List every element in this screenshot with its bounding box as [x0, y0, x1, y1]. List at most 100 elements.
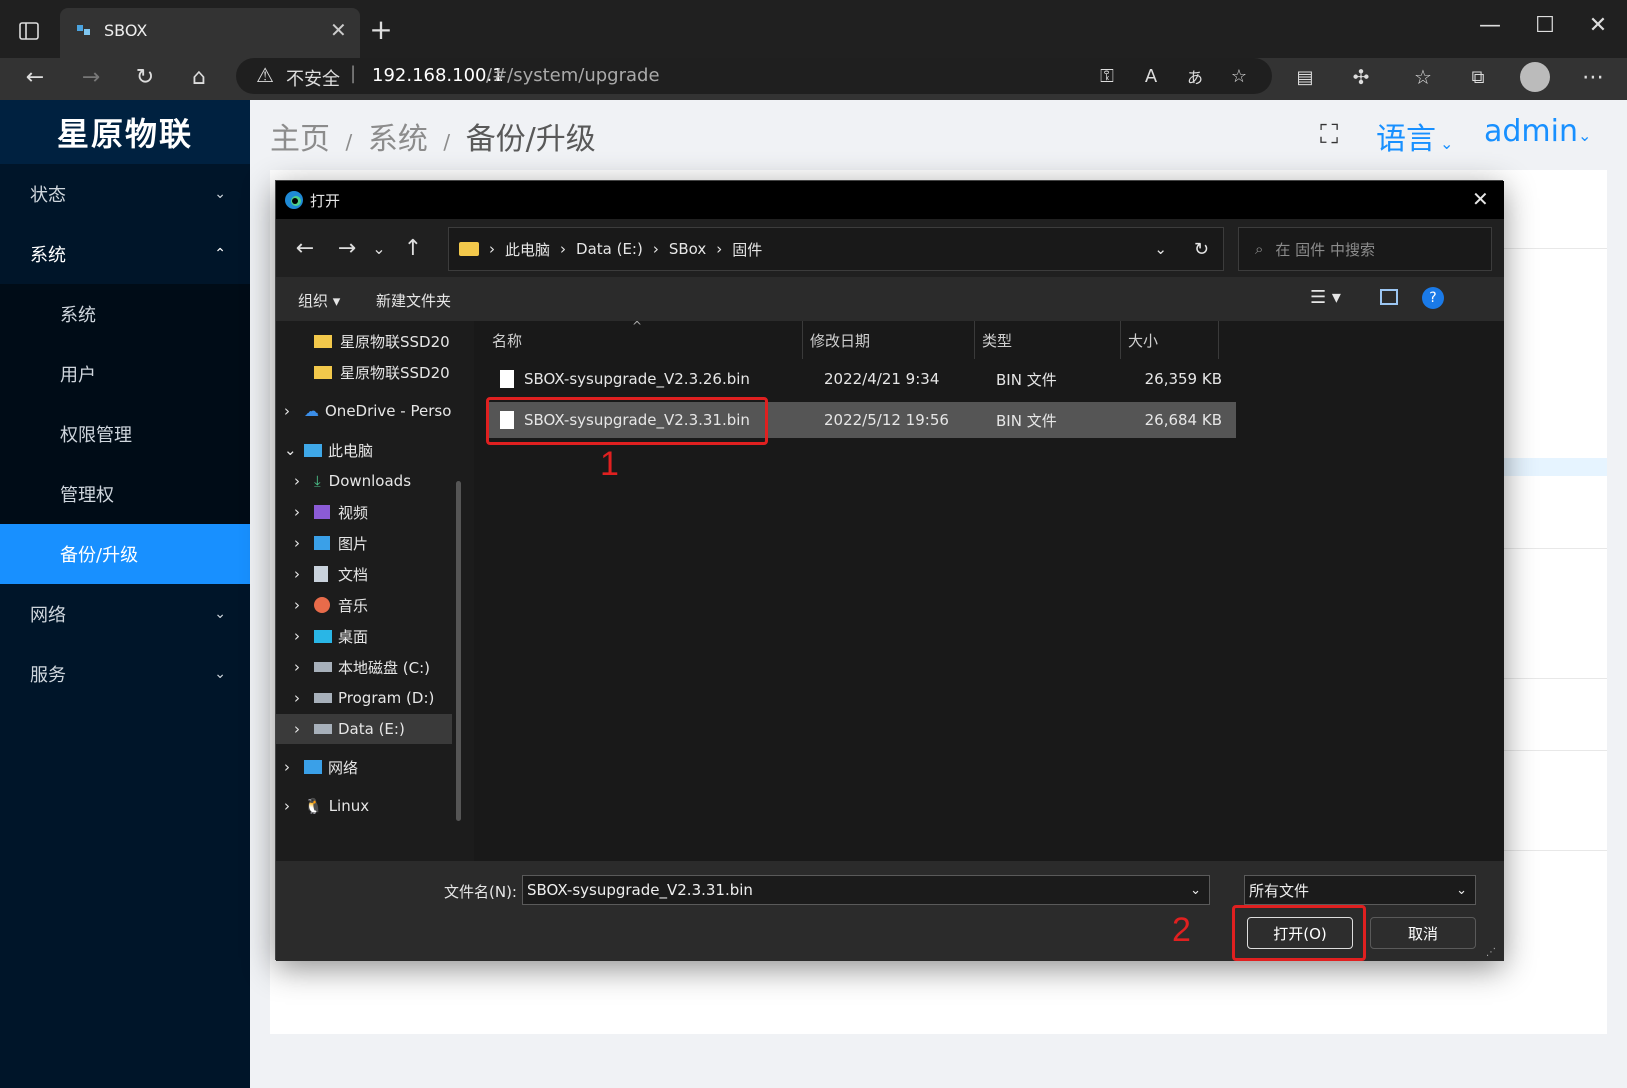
path-breadcrumb[interactable]: › 此电脑 › Data (E:) › SBox › 固件 ⌄ ↻ — [448, 227, 1224, 271]
tree-item-drive-c[interactable]: › 本地磁盘 (C:) — [276, 652, 474, 682]
command-bar: 组织 ▾ 新建文件夹 ☰ ▾ ? — [276, 277, 1504, 321]
file-date: 2022/5/12 19:56 — [824, 411, 949, 429]
search-input[interactable]: ⌕ 在 固件 中搜索 — [1238, 227, 1492, 271]
tree-item-onedrive[interactable]: › ☁ OneDrive - Perso — [276, 396, 474, 426]
back-icon[interactable]: ← — [290, 233, 320, 263]
tree-item-folder[interactable]: 星原物联SSD20 — [276, 326, 474, 356]
menu-label: 系统 — [60, 305, 96, 326]
path-segment[interactable]: 固件 — [732, 239, 762, 260]
navigation-pane: 星原物联SSD20 星原物联SSD20 › ☁ OneDrive - Perso ⌄… — [276, 321, 474, 861]
submenu-item-admin-rights[interactable]: 管理权 — [0, 464, 250, 524]
key-icon[interactable]: ⚿ — [1092, 61, 1122, 91]
menu-services[interactable]: 服务 ⌄ — [0, 644, 250, 704]
tree-item-this-pc[interactable]: ⌄ 此电脑 — [276, 435, 474, 465]
tree-item-videos[interactable]: › 视频 — [276, 497, 474, 527]
maximize-icon[interactable]: ☐ — [1525, 10, 1565, 40]
forward-icon[interactable]: → — [332, 233, 362, 263]
tree-item-desktop[interactable]: › 桌面 — [276, 621, 474, 651]
menu-system[interactable]: 系统 ⌃ — [0, 224, 250, 284]
column-divider[interactable] — [974, 321, 975, 359]
help-icon[interactable]: ? — [1422, 287, 1444, 309]
tab-actions-icon[interactable] — [14, 16, 44, 46]
resize-grip-icon[interactable]: ⋰ — [1486, 947, 1496, 958]
chevron-right-icon: › — [560, 240, 567, 258]
search-icon: ⌕ — [1255, 240, 1264, 258]
view-options-icon[interactable]: ☰ ▾ — [1310, 287, 1341, 308]
submenu-item-users[interactable]: 用户 — [0, 344, 250, 404]
recent-locations-icon[interactable]: ⌄ — [364, 233, 394, 263]
tab-close-icon[interactable]: ✕ — [330, 18, 347, 42]
chevron-right-icon: › — [294, 565, 300, 583]
column-type[interactable]: 类型 — [982, 321, 1122, 359]
tree-item-music[interactable]: › 音乐 — [276, 590, 474, 620]
refresh-icon[interactable]: ↻ — [1194, 239, 1209, 260]
forward-icon[interactable]: → — [76, 62, 106, 92]
favorites-icon[interactable]: ☆ — [1408, 62, 1438, 92]
fullscreen-icon[interactable]: ⛶ — [1320, 120, 1338, 151]
column-date[interactable]: 修改日期 — [810, 321, 970, 359]
breadcrumb-sep: / — [345, 130, 353, 154]
cancel-button[interactable]: 取消 — [1370, 917, 1476, 949]
menu-label: 权限管理 — [60, 425, 132, 446]
file-row[interactable]: SBOX-sysupgrade_V2.3.26.bin 2022/4/21 9:… — [486, 361, 1236, 397]
path-segment[interactable]: 此电脑 — [505, 239, 550, 260]
chevron-down-icon[interactable]: ⌄ — [1154, 240, 1167, 258]
collections-icon[interactable]: ⧉ — [1463, 62, 1493, 92]
path-segment[interactable]: SBox — [669, 240, 706, 258]
up-folder-icon[interactable]: ↑ — [398, 233, 428, 263]
tree-item-linux[interactable]: › 🐧 Linux — [276, 791, 474, 821]
column-divider[interactable] — [1218, 321, 1219, 359]
organize-button[interactable]: 组织 ▾ — [298, 290, 340, 311]
file-type-filter[interactable]: 所有文件 ⌄ — [1244, 875, 1476, 905]
column-size[interactable]: 大小 — [1128, 321, 1218, 359]
favorite-add-icon[interactable]: ☆ — [1224, 61, 1254, 91]
tree-item-label: 星原物联SSD20 — [340, 332, 450, 351]
column-divider[interactable] — [802, 321, 803, 359]
tree-item-downloads[interactable]: › ⤓ Downloads — [276, 466, 474, 496]
app-logo: 星原物联 — [0, 100, 250, 164]
chevron-right-icon: › — [294, 658, 300, 676]
tree-item-label: Downloads — [328, 472, 412, 490]
filename-input[interactable]: SBOX-sysupgrade_V2.3.31.bin ⌄ — [522, 875, 1210, 905]
menu-status[interactable]: 状态 ⌄ — [0, 164, 250, 224]
column-name[interactable]: 名称 — [492, 321, 802, 359]
tree-item-pictures[interactable]: › 图片 — [276, 528, 474, 558]
submenu-item-backup-upgrade[interactable]: 备份/升级 — [0, 524, 250, 584]
url-field[interactable]: ⚠ 不安全 | 192.168.100.1 /#/system/upgrade … — [236, 58, 1272, 94]
translate-icon[interactable]: あ — [1180, 61, 1210, 91]
close-icon[interactable]: ✕ — [1472, 187, 1489, 211]
submenu-item-system[interactable]: 系统 — [0, 284, 250, 344]
preview-pane-icon[interactable] — [1380, 289, 1398, 305]
close-window-icon[interactable]: ✕ — [1578, 10, 1618, 40]
minimize-icon[interactable]: — — [1470, 10, 1510, 40]
new-folder-button[interactable]: 新建文件夹 — [376, 290, 451, 311]
browser-tab[interactable]: SBOX ✕ — [60, 8, 360, 58]
breadcrumb-home[interactable]: 主页 — [270, 122, 330, 157]
path-segment[interactable]: Data (E:) — [576, 240, 643, 258]
immersive-reader-icon[interactable]: ▤ — [1290, 62, 1320, 92]
tree-item-drive-e[interactable]: › Data (E:) — [276, 714, 452, 744]
submenu-item-permissions[interactable]: 权限管理 — [0, 404, 250, 464]
tree-item-drive-d[interactable]: › Program (D:) — [276, 683, 474, 713]
pc-icon — [304, 443, 322, 457]
chevron-right-icon: › — [294, 689, 300, 707]
column-divider[interactable] — [1120, 321, 1121, 359]
new-tab-icon[interactable]: + — [366, 13, 396, 46]
tree-item-folder[interactable]: 星原物联SSD20 — [276, 357, 474, 387]
tree-item-network[interactable]: › 网络 — [276, 752, 474, 782]
breadcrumb-current: 备份/升级 — [465, 122, 596, 157]
tree-scrollbar[interactable] — [456, 481, 461, 821]
more-menu-icon[interactable]: ⋯ — [1578, 62, 1608, 92]
file-date: 2022/4/21 9:34 — [824, 370, 940, 388]
back-icon[interactable]: ← — [20, 62, 50, 92]
breadcrumb-system[interactable]: 系统 — [368, 122, 428, 157]
language-dropdown[interactable]: 语言 ⌄ — [1376, 114, 1453, 158]
user-dropdown[interactable]: admin⌄ — [1484, 114, 1591, 149]
profile-avatar[interactable] — [1520, 62, 1550, 92]
read-aloud-icon[interactable]: A — [1136, 61, 1166, 91]
refresh-icon[interactable]: ↻ — [130, 62, 160, 92]
home-icon[interactable]: ⌂ — [184, 62, 214, 92]
menu-network[interactable]: 网络 ⌄ — [0, 584, 250, 644]
tree-item-documents[interactable]: › 文档 — [276, 559, 474, 589]
extensions-icon[interactable]: ✣ — [1346, 62, 1376, 92]
